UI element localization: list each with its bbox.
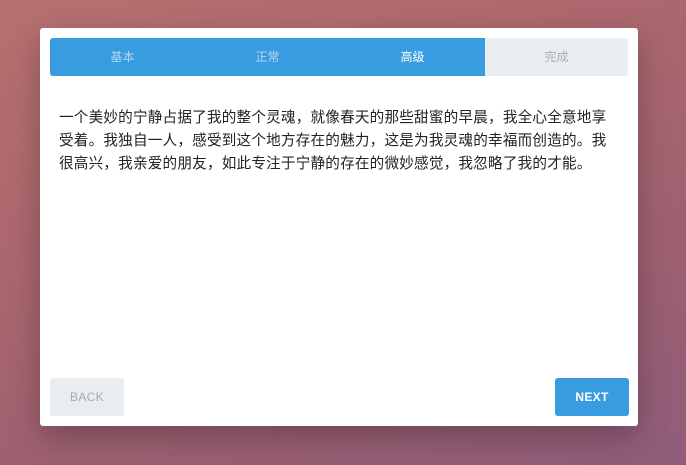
wizard-card: 基本 正常 高级 完成 一个美妙的宁静占据了我的整个灵魂，就像春天的那些甜蜜的早… — [40, 28, 638, 426]
step-basic[interactable]: 基本 — [50, 38, 195, 76]
next-button[interactable]: NEXT — [555, 378, 629, 416]
back-button[interactable]: BACK — [50, 378, 124, 416]
wizard-steps: 基本 正常 高级 完成 — [50, 38, 628, 76]
step-finish[interactable]: 完成 — [485, 38, 628, 76]
step-advanced[interactable]: 高级 — [340, 38, 485, 76]
step-content-text: 一个美妙的宁静占据了我的整个灵魂，就像春天的那些甜蜜的早晨，我全心全意地享受着。… — [59, 109, 607, 172]
step-normal[interactable]: 正常 — [195, 38, 340, 76]
